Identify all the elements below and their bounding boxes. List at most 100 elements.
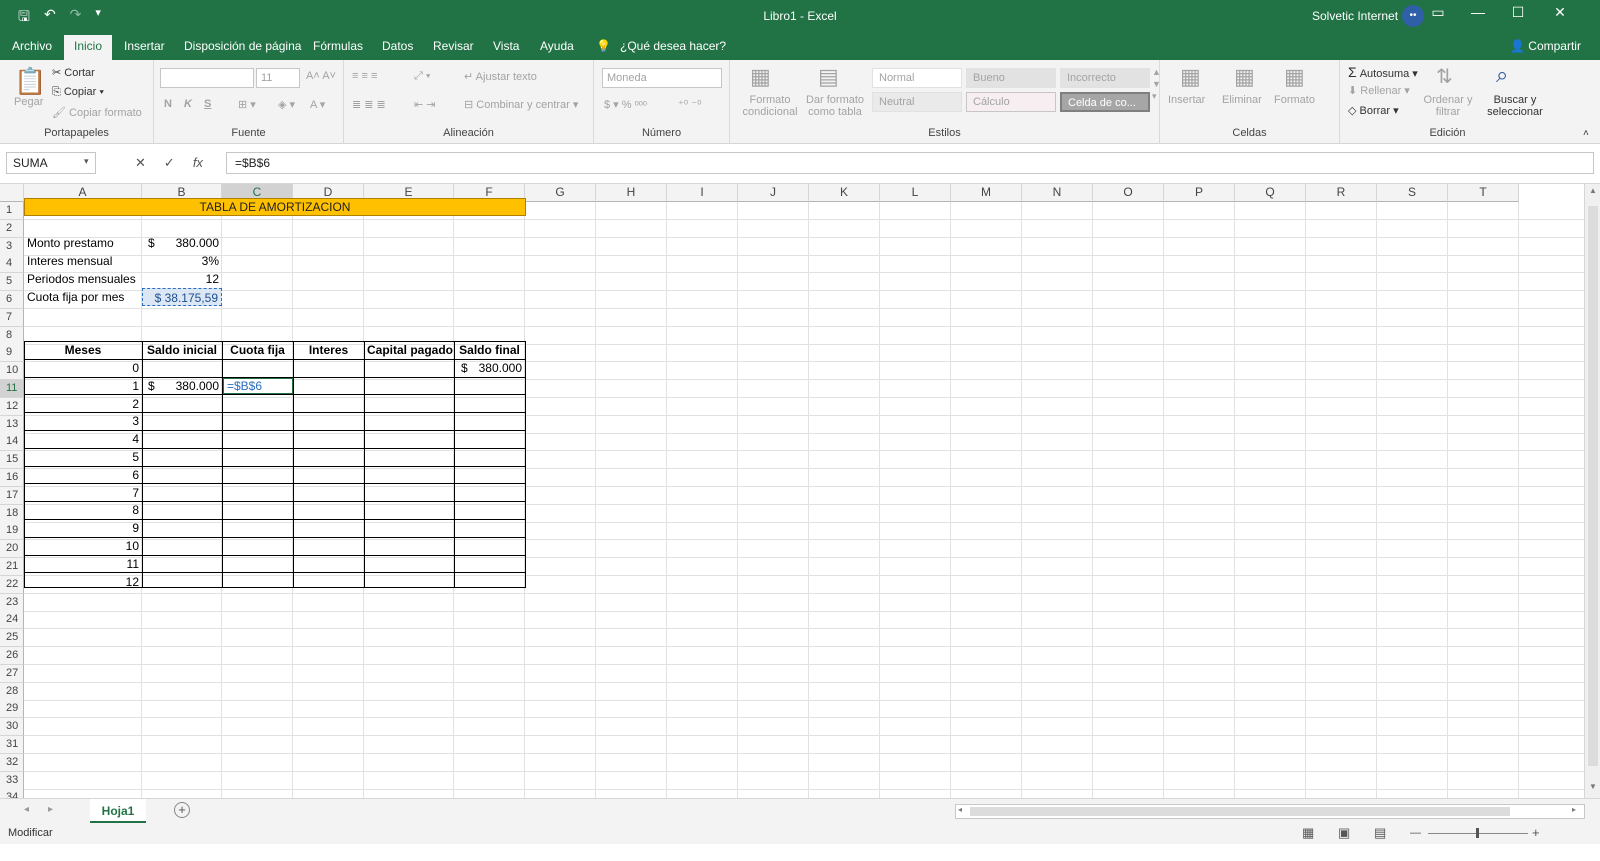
header-saldo-final[interactable]: Saldo final	[454, 341, 525, 359]
month-cell[interactable]: 11	[24, 555, 142, 573]
horizontal-scroll-thumb[interactable]	[970, 807, 1510, 816]
row-header-20[interactable]: 20	[0, 540, 24, 559]
row-header-22[interactable]: 22	[0, 575, 24, 594]
row-header-8[interactable]: 8	[0, 326, 24, 345]
horizontal-scrollbar[interactable]: ◂ ▸	[955, 804, 1585, 819]
header-meses[interactable]: Meses	[24, 341, 142, 359]
column-header-J[interactable]: J	[738, 184, 809, 202]
minimize-icon[interactable]: —	[1458, 4, 1498, 20]
month-cell[interactable]: 8	[24, 501, 142, 519]
scroll-right-icon[interactable]: ▸	[1572, 805, 1576, 814]
number-format-dropdown[interactable]: Moneda	[602, 68, 722, 88]
style-neutral[interactable]: Neutral	[872, 92, 962, 112]
month-cell[interactable]: 3	[24, 412, 142, 430]
prev-sheet-icon[interactable]: ◂	[24, 804, 29, 815]
sort-filter-icon[interactable]: ⇅	[1436, 64, 1453, 89]
saldo-inicial-1[interactable]: 380.000	[142, 377, 222, 395]
next-sheet-icon[interactable]: ▸	[48, 804, 53, 815]
font-color-icon[interactable]: A ▾	[310, 98, 325, 111]
bold-button[interactable]: N	[164, 98, 172, 110]
cut-button[interactable]: ✂ Cortar	[52, 66, 95, 79]
name-box-dropdown-icon[interactable]: ▾	[84, 156, 89, 167]
tab-datos[interactable]: Datos	[382, 39, 413, 53]
row-header-33[interactable]: 33	[0, 771, 24, 790]
row-header-32[interactable]: 32	[0, 753, 24, 772]
header-capital-pagado[interactable]: Capital pagado	[364, 341, 454, 359]
cuota-value[interactable]: $ 38.175,59	[142, 288, 222, 306]
scroll-up-icon[interactable]: ▲	[1589, 186, 1597, 195]
tab-formulas[interactable]: Fórmulas	[313, 39, 363, 53]
style-celda[interactable]: Celda de co...	[1060, 92, 1150, 112]
align-left-icon[interactable]: ≣ ≣ ≣	[352, 98, 386, 111]
periodos-value[interactable]: 12	[142, 270, 222, 288]
clear-button[interactable]: ◇ Borrar ▾	[1348, 104, 1399, 117]
style-bueno[interactable]: Bueno	[966, 68, 1056, 88]
monto-value[interactable]: 380.000	[142, 234, 222, 252]
column-header-G[interactable]: G	[525, 184, 596, 202]
row-header-4[interactable]: 4	[0, 255, 24, 274]
row-header-28[interactable]: 28	[0, 682, 24, 701]
wrap-text-button[interactable]: ↵ Ajustar texto	[464, 70, 537, 83]
zoom-slider-thumb[interactable]	[1476, 828, 1479, 838]
row-header-21[interactable]: 21	[0, 558, 24, 576]
month-cell[interactable]: 0	[24, 359, 142, 377]
column-header-O[interactable]: O	[1093, 184, 1164, 202]
row-header-7[interactable]: 7	[0, 308, 24, 327]
tab-inicio[interactable]: Inicio	[64, 35, 113, 60]
row-header-1[interactable]: 1	[0, 202, 24, 220]
tell-me-input[interactable]: ¿Qué desea hacer?	[620, 39, 726, 53]
row-header-16[interactable]: 16	[0, 469, 24, 487]
format-as-table-button[interactable]: Dar formato como tabla	[802, 94, 868, 118]
row-header-19[interactable]: 19	[0, 522, 24, 541]
row-header-15[interactable]: 15	[0, 451, 24, 470]
format-painter-button[interactable]: 🖌 Copiar formato	[52, 106, 142, 119]
column-header-K[interactable]: K	[809, 184, 880, 202]
column-header-I[interactable]: I	[667, 184, 738, 202]
label-cuota[interactable]: Cuota fija por mes	[24, 288, 127, 306]
row-header-2[interactable]: 2	[0, 219, 24, 238]
row-header-14[interactable]: 14	[0, 433, 24, 452]
row-header-18[interactable]: 18	[0, 504, 24, 523]
select-all-corner[interactable]	[0, 184, 24, 202]
label-monto[interactable]: Monto prestamo	[24, 234, 117, 252]
currency-icon[interactable]: $ ▾ % ᵒᵒᵒ	[604, 98, 647, 111]
search-icon[interactable]: ⌕	[1496, 62, 1508, 88]
insert-cells-button[interactable]: Insertar	[1168, 94, 1205, 106]
delete-cells-icon[interactable]: ▦	[1234, 64, 1255, 90]
ribbon-display-icon[interactable]: ▭	[1418, 4, 1458, 21]
page-break-view-icon[interactable]: ▤	[1374, 825, 1386, 841]
row-header-12[interactable]: 12	[0, 397, 24, 416]
tab-vista[interactable]: Vista	[493, 39, 519, 53]
column-header-R[interactable]: R	[1306, 184, 1377, 202]
row-header-25[interactable]: 25	[0, 629, 24, 648]
orientation-icon[interactable]: ⤢ ▾	[414, 70, 430, 83]
month-cell[interactable]: 5	[24, 448, 142, 466]
column-header-S[interactable]: S	[1377, 184, 1448, 202]
month-cell[interactable]: 2	[24, 395, 142, 413]
row-header-24[interactable]: 24	[0, 611, 24, 630]
user-name[interactable]: Solvetic Internet	[1312, 9, 1398, 23]
label-periodos[interactable]: Periodos mensuales	[24, 270, 139, 288]
vertical-scrollbar[interactable]: ▲ ▼	[1584, 184, 1600, 798]
row-header-31[interactable]: 31	[0, 736, 24, 754]
row-header-5[interactable]: 5	[0, 273, 24, 292]
column-header-M[interactable]: M	[951, 184, 1022, 202]
column-header-L[interactable]: L	[880, 184, 951, 202]
row-header-13[interactable]: 13	[0, 415, 24, 434]
row-header-29[interactable]: 29	[0, 700, 24, 719]
column-header-H[interactable]: H	[596, 184, 667, 202]
name-box[interactable]: SUMA	[6, 152, 96, 174]
fill-color-icon[interactable]: ◈ ▾	[278, 98, 295, 111]
column-header-T[interactable]: T	[1448, 184, 1519, 202]
autosum-button[interactable]: Σ Autosuma ▾	[1348, 64, 1418, 80]
add-sheet-icon[interactable]: +	[174, 802, 190, 818]
zoom-out-icon[interactable]: —	[1410, 827, 1421, 839]
insert-cells-icon[interactable]: ▦	[1180, 64, 1201, 90]
align-top-icon[interactable]: ≡ ≡ ≡	[352, 70, 377, 82]
tab-disposicion[interactable]: Disposición de página	[184, 39, 301, 53]
maximize-icon[interactable]: ☐	[1498, 4, 1538, 21]
month-cell[interactable]: 10	[24, 537, 142, 555]
interes-value[interactable]: 3%	[142, 252, 222, 270]
month-cell[interactable]: 12	[24, 573, 142, 591]
row-header-23[interactable]: 23	[0, 593, 24, 612]
